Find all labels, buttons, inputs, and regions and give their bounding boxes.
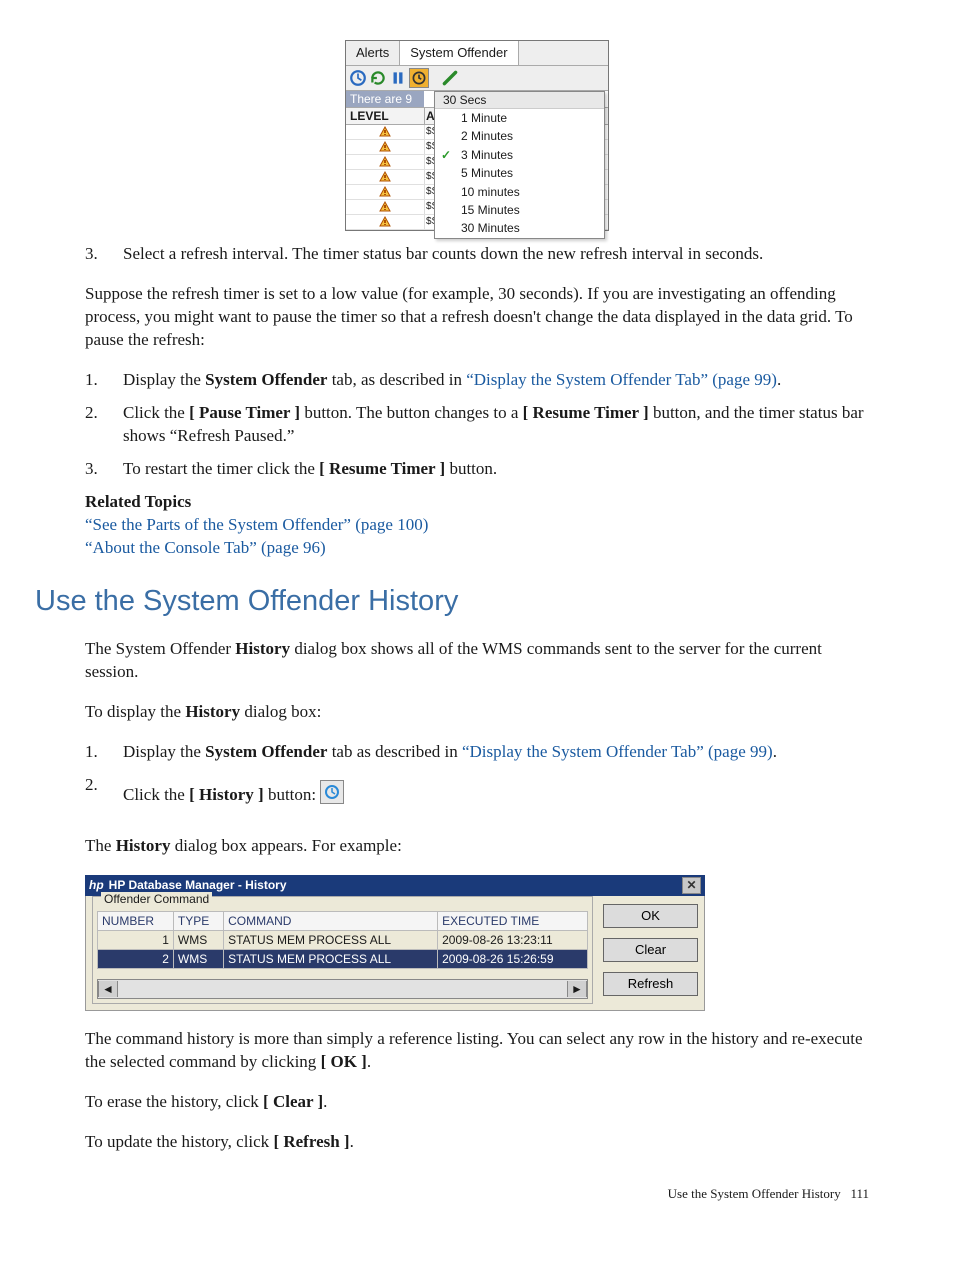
level-cell: [346, 125, 425, 139]
step-text: Click the [ History ] button:: [123, 774, 869, 818]
paragraph: The History dialog box appears. For exam…: [85, 835, 869, 858]
col-number[interactable]: NUMBER: [98, 911, 174, 930]
paragraph: To update the history, click [ Refresh ]…: [85, 1131, 869, 1154]
pause-icon[interactable]: [389, 69, 407, 87]
table-row[interactable]: 2 WMS STATUS MEM PROCESS ALL 2009-08-26 …: [98, 950, 588, 969]
history-dialog: hp HP Database Manager - History ✕ Offen…: [85, 875, 705, 1012]
level-cell: [346, 170, 425, 184]
menu-item-3-minutes[interactable]: ✓3 Minutes: [435, 146, 604, 164]
level-cell: [346, 185, 425, 199]
warning-icon: [379, 141, 391, 153]
level-cell: [346, 215, 425, 229]
step-text: To restart the timer click the [ Resume …: [123, 458, 869, 481]
clear-button[interactable]: Clear: [603, 938, 698, 962]
group-label: Offender Command: [101, 892, 212, 906]
step-number: 2.: [85, 774, 107, 818]
step-number: 1.: [85, 369, 107, 392]
link-display-system-offender-tab[interactable]: “Display the System Offender Tab” (page …: [462, 742, 773, 761]
warning-icon: [379, 201, 391, 213]
refresh-icon[interactable]: [369, 69, 387, 87]
scroll-left-icon[interactable]: ◄: [98, 981, 118, 997]
warning-icon: [379, 171, 391, 183]
level-cell: [346, 200, 425, 214]
history-icon[interactable]: [349, 69, 367, 87]
col-type[interactable]: TYPE: [173, 911, 223, 930]
menu-item-2-minutes[interactable]: 2 Minutes: [435, 127, 604, 145]
level-cell: [346, 155, 425, 169]
step-text: Display the System Offender tab, as desc…: [123, 369, 869, 392]
hp-logo-icon: hp: [89, 877, 104, 893]
system-offender-screenshot: Alerts System Offender There are 9 LEVEL…: [345, 40, 609, 231]
dialog-title: HP Database Manager - History: [109, 877, 287, 893]
paragraph: The System Offender History dialog box s…: [85, 638, 869, 684]
menu-item-5-minutes[interactable]: 5 Minutes: [435, 164, 604, 182]
paragraph: To erase the history, click [ Clear ].: [85, 1091, 869, 1114]
scroll-right-icon[interactable]: ►: [567, 981, 587, 997]
paragraph: Suppose the refresh timer is set to a lo…: [85, 283, 869, 352]
link-parts-of-system-offender[interactable]: “See the Parts of the System Offender” (…: [85, 515, 428, 534]
col-level: LEVEL: [346, 108, 425, 124]
col-executed-time[interactable]: EXECUTED TIME: [438, 911, 588, 930]
tab-alerts[interactable]: Alerts: [346, 41, 400, 65]
menu-head: 30 Secs: [435, 92, 604, 109]
step-number: 1.: [85, 741, 107, 764]
horizontal-scrollbar[interactable]: ◄ ►: [97, 979, 588, 999]
history-table: NUMBER TYPE COMMAND EXECUTED TIME 1 WMS …: [97, 911, 588, 970]
warning-icon: [379, 216, 391, 228]
section-heading: Use the System Offender History: [35, 582, 869, 621]
step-text: Select a refresh interval. The timer sta…: [123, 243, 869, 266]
menu-item-30-minutes[interactable]: 30 Minutes: [435, 219, 604, 237]
link-about-console-tab[interactable]: “About the Console Tab” (page 96): [85, 538, 326, 557]
properties-icon[interactable]: [441, 69, 459, 87]
paragraph: To display the History dialog box:: [85, 701, 869, 724]
warning-icon: [379, 126, 391, 138]
checkmark-icon: ✓: [441, 148, 451, 162]
refresh-button[interactable]: Refresh: [603, 972, 698, 996]
history-icon: [324, 784, 340, 800]
related-topics-heading: Related Topics: [85, 491, 869, 514]
step-text: Display the System Offender tab as descr…: [123, 741, 869, 764]
step-number: 3.: [85, 458, 107, 481]
col-command[interactable]: COMMAND: [224, 911, 438, 930]
link-display-system-offender-tab[interactable]: “Display the System Offender Tab” (page …: [466, 370, 777, 389]
warning-icon: [379, 156, 391, 168]
refresh-interval-menu: 30 Secs 1 Minute 2 Minutes ✓3 Minutes 5 …: [434, 91, 605, 239]
menu-item-15-minutes[interactable]: 15 Minutes: [435, 201, 604, 219]
level-cell: [346, 140, 425, 154]
menu-item-1-minute[interactable]: 1 Minute: [435, 109, 604, 127]
step-number: 2.: [85, 402, 107, 448]
status-left: There are 9: [346, 91, 424, 107]
table-row[interactable]: 1 WMS STATUS MEM PROCESS ALL 2009-08-26 …: [98, 930, 588, 949]
page-footer: Use the System Offender History 111: [85, 1185, 869, 1203]
menu-item-10-minutes[interactable]: 10 minutes: [435, 183, 604, 201]
ok-button[interactable]: OK: [603, 904, 698, 928]
tab-system-offender[interactable]: System Offender: [400, 41, 518, 65]
step-text: Click the [ Pause Timer ] button. The bu…: [123, 402, 869, 448]
paragraph: The command history is more than simply …: [85, 1028, 869, 1074]
close-button[interactable]: ✕: [682, 877, 701, 894]
history-button[interactable]: [320, 780, 344, 804]
timer-dropdown-icon[interactable]: [409, 68, 429, 88]
step-number: 3.: [85, 243, 107, 266]
warning-icon: [379, 186, 391, 198]
